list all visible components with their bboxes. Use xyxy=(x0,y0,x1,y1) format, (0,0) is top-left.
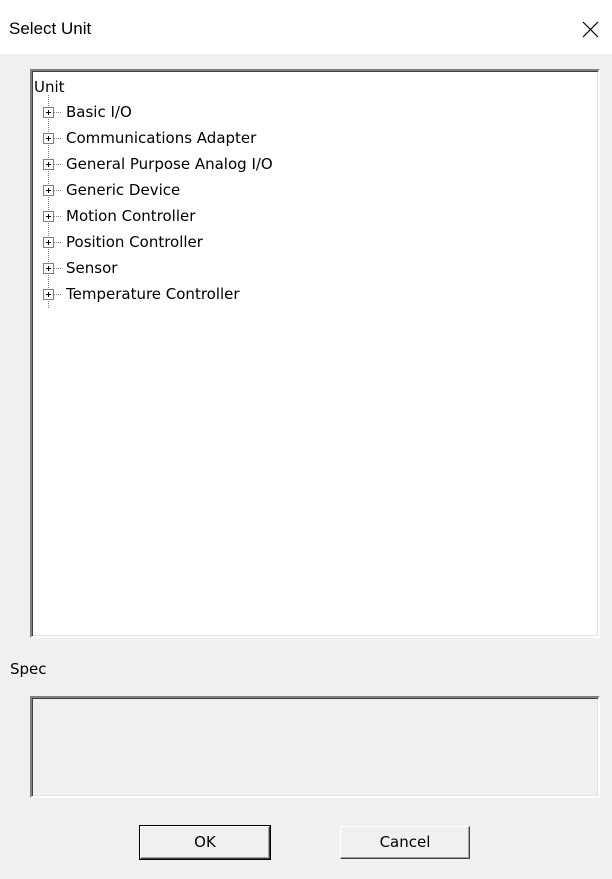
tree-node-label[interactable]: Generic Device xyxy=(66,181,180,199)
tree-node-label[interactable]: Motion Controller xyxy=(66,207,195,225)
expand-plus-icon[interactable] xyxy=(43,263,54,274)
tree-dotted-connector xyxy=(54,294,62,295)
tree-dotted-connector xyxy=(54,268,62,269)
cancel-button[interactable]: Cancel xyxy=(340,826,470,859)
tree-dotted-connector xyxy=(54,242,62,243)
tree-node-label[interactable]: General Purpose Analog I/O xyxy=(66,155,273,173)
tree-dotted-connector xyxy=(54,138,62,139)
tree-node-label[interactable]: Position Controller xyxy=(66,233,203,251)
tree-node-temperature-controller[interactable]: Temperature Controller xyxy=(32,284,532,310)
tree-dotted-connector xyxy=(54,112,62,113)
tree-node-motion-controller[interactable]: Motion Controller xyxy=(32,206,532,232)
tree-node-label[interactable]: Basic I/O xyxy=(66,103,132,121)
spec-display xyxy=(30,696,600,798)
tree-node-position-controller[interactable]: Position Controller xyxy=(32,232,532,258)
tree-node-label[interactable]: Temperature Controller xyxy=(66,285,240,303)
close-button[interactable] xyxy=(574,14,606,44)
tree-node-sensor[interactable]: Sensor xyxy=(32,258,532,284)
expand-plus-icon[interactable] xyxy=(43,237,54,248)
expand-plus-icon[interactable] xyxy=(43,159,54,170)
expand-plus-icon[interactable] xyxy=(43,289,54,300)
title-bar: Select Unit xyxy=(0,0,612,54)
ok-button[interactable]: OK xyxy=(139,825,271,860)
tree-node-communications-adapter[interactable]: Communications Adapter xyxy=(32,128,532,154)
tree-node-general-purpose-analog-io[interactable]: General Purpose Analog I/O xyxy=(32,154,532,180)
expand-plus-icon[interactable] xyxy=(43,107,54,118)
window-title: Select Unit xyxy=(9,19,92,38)
close-icon xyxy=(582,21,599,38)
tree-node-label[interactable]: Sensor xyxy=(66,259,117,277)
expand-plus-icon[interactable] xyxy=(43,211,54,222)
spec-label: Spec xyxy=(10,660,47,678)
tree-node-generic-device[interactable]: Generic Device xyxy=(32,180,532,206)
expand-plus-icon[interactable] xyxy=(43,133,54,144)
tree-root-unit[interactable]: Unit xyxy=(34,78,65,96)
tree-dotted-connector xyxy=(54,216,62,217)
tree-node-basic-io[interactable]: Basic I/O xyxy=(32,102,532,128)
unit-tree[interactable]: Unit Basic I/O Communications Adapter Ge… xyxy=(30,69,600,638)
tree-node-label[interactable]: Communications Adapter xyxy=(66,129,256,147)
expand-plus-icon[interactable] xyxy=(43,185,54,196)
tree-dotted-connector xyxy=(54,164,62,165)
tree-dotted-connector xyxy=(54,190,62,191)
